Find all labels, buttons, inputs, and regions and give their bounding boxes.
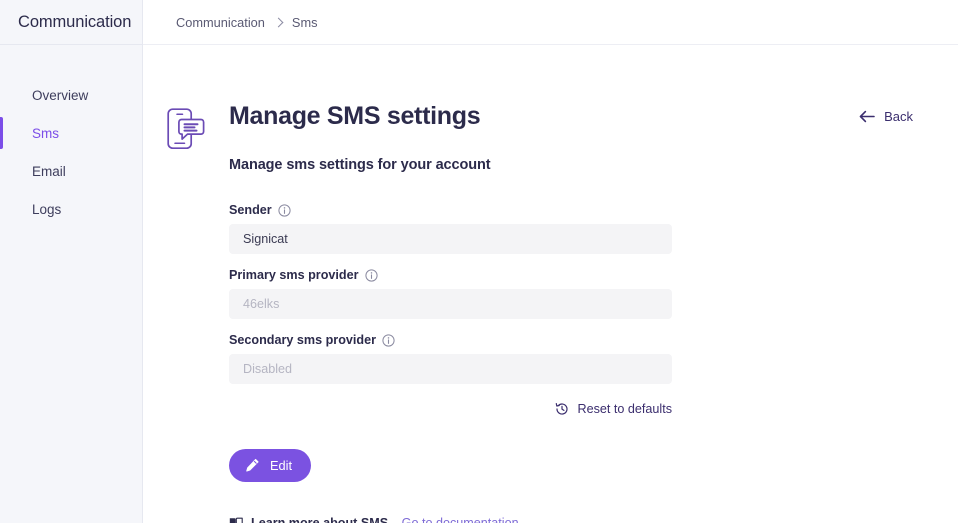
back-button-label: Back: [884, 109, 913, 124]
edit-button-label: Edit: [270, 458, 293, 473]
sidebar-item-label: Overview: [32, 87, 89, 103]
field-label-text: Secondary sms provider: [229, 333, 376, 347]
field-sender: Sender Signicat: [229, 203, 672, 254]
info-circle-icon[interactable]: [382, 333, 395, 347]
sidebar-item-email[interactable]: Email: [0, 152, 142, 190]
field-label-text: Primary sms provider: [229, 268, 359, 282]
field-secondary-provider-label-row: Secondary sms provider: [229, 333, 672, 347]
sidebar: Communication Overview Sms Email Logs: [0, 0, 143, 523]
field-sender-value[interactable]: Signicat: [229, 224, 672, 254]
info-circle-icon[interactable]: [364, 268, 378, 282]
page-subtitle: Manage sms settings for your account: [229, 157, 491, 173]
reset-row: Reset to defaults: [229, 402, 672, 416]
page-title: Manage SMS settings: [229, 102, 481, 130]
reset-to-defaults-label: Reset to defaults: [577, 402, 672, 416]
sidebar-nav: Overview Sms Email Logs: [0, 45, 142, 228]
learn-more-text: Learn more about SMS.: [251, 516, 392, 523]
book-icon: [229, 517, 243, 523]
arrow-left-icon: [859, 110, 875, 123]
back-button[interactable]: Back: [859, 104, 930, 124]
sms-phone-chat-icon: [167, 108, 205, 150]
sidebar-item-label: Logs: [32, 201, 62, 217]
main-content: Communication Sms Manage SMS settings Ba…: [143, 0, 958, 523]
app-root: Communication Overview Sms Email Logs Co…: [0, 0, 958, 523]
documentation-link[interactable]: Go to documentation.: [402, 516, 522, 523]
hero-icon-wrap: [143, 67, 229, 151]
sidebar-item-label: Email: [32, 163, 66, 179]
field-primary-provider: Primary sms provider 46elks: [229, 268, 672, 319]
info-circle-icon[interactable]: [278, 203, 291, 217]
sidebar-item-label: Sms: [32, 125, 59, 141]
field-label-text: Sender: [229, 203, 272, 217]
history-restore-icon: [556, 403, 569, 415]
field-sender-label-row: Sender: [229, 203, 672, 217]
hero-section: Manage SMS settings Back Manage sms sett…: [143, 45, 958, 523]
hero-body: Manage SMS settings Back Manage sms sett…: [229, 67, 958, 523]
title-row: Manage SMS settings Back: [229, 67, 930, 129]
sidebar-title: Communication: [18, 12, 132, 31]
page-content: Manage SMS settings Back Manage sms sett…: [143, 45, 958, 523]
field-primary-provider-value[interactable]: 46elks: [229, 289, 672, 319]
breadcrumb-root[interactable]: Communication: [176, 15, 265, 30]
breadcrumb: Communication Sms: [176, 15, 318, 30]
field-secondary-provider: Secondary sms provider Disabled: [229, 333, 672, 384]
sms-settings-form: Sender Signicat Primary sms provider 46e…: [229, 203, 672, 384]
sidebar-item-sms[interactable]: Sms: [0, 114, 142, 152]
learn-more-row: Learn more about SMS. Go to documentatio…: [229, 516, 930, 523]
topbar: Communication Sms: [143, 0, 958, 45]
field-secondary-provider-value[interactable]: Disabled: [229, 354, 672, 384]
reset-to-defaults-button[interactable]: Reset to defaults: [555, 402, 672, 416]
sidebar-item-overview[interactable]: Overview: [0, 76, 142, 114]
pencil-icon: [246, 458, 259, 472]
edit-button[interactable]: Edit: [229, 449, 312, 482]
sidebar-header: Communication: [0, 0, 142, 45]
sidebar-item-logs[interactable]: Logs: [0, 190, 142, 228]
field-primary-provider-label-row: Primary sms provider: [229, 268, 672, 282]
breadcrumb-current: Sms: [291, 14, 318, 30]
chevron-right-icon: [273, 17, 284, 27]
